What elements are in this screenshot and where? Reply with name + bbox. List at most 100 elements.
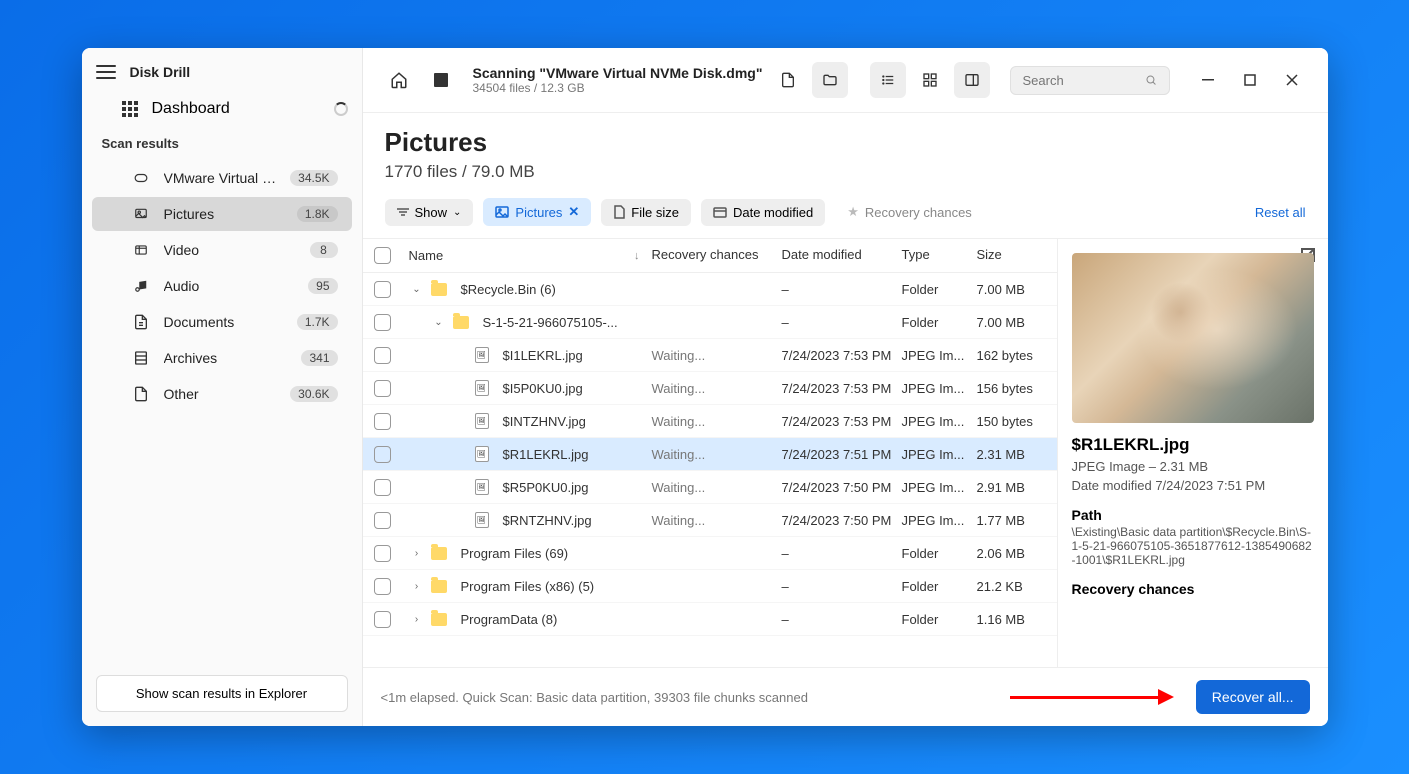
row-checkbox[interactable]: [374, 281, 391, 298]
image-file-icon: 🖼: [475, 380, 489, 396]
file-size: 1.77 MB: [977, 513, 1057, 528]
table-row[interactable]: 🖼$RNTZHNV.jpgWaiting...7/24/2023 7:50 PM…: [363, 504, 1057, 537]
table-row[interactable]: ›Program Files (x86) (5)–Folder21.2 KB: [363, 570, 1057, 603]
page-title: Pictures: [385, 127, 1306, 158]
sidebar-item-video[interactable]: Video8: [92, 233, 352, 267]
preview-pane-icon[interactable]: [954, 62, 990, 98]
sidebar-item-pictures[interactable]: Pictures1.8K: [92, 197, 352, 231]
file-icon[interactable]: [770, 62, 806, 98]
row-checkbox[interactable]: [374, 545, 391, 562]
table-row[interactable]: ›ProgramData (8)–Folder1.16 MB: [363, 603, 1057, 636]
table-row[interactable]: ⌄S-1-5-21-966075105-...–Folder7.00 MB: [363, 306, 1057, 339]
main-panel: Scanning "VMware Virtual NVMe Disk.dmg" …: [363, 48, 1328, 726]
col-type[interactable]: Type: [902, 247, 977, 264]
preview-filename: $R1LEKRL.jpg: [1072, 435, 1314, 455]
path-value: \Existing\Basic data partition\$Recycle.…: [1072, 525, 1314, 567]
close-icon[interactable]: ✕: [568, 204, 579, 220]
home-icon[interactable]: [381, 62, 417, 98]
search-box[interactable]: [1010, 66, 1170, 95]
sidebar-item-badge: 1.8K: [297, 206, 338, 222]
image-file-icon: 🖼: [475, 446, 489, 462]
pictures-filter[interactable]: Pictures✕: [483, 198, 591, 226]
file-type: Folder: [902, 546, 977, 561]
sidebar-item-label: Documents: [164, 314, 283, 330]
recovery-status: Waiting...: [652, 348, 782, 363]
reset-all-link[interactable]: Reset all: [1255, 205, 1306, 220]
menu-icon[interactable]: [96, 65, 116, 79]
col-date[interactable]: Date modified: [782, 247, 902, 264]
dashboard-label: Dashboard: [152, 100, 230, 118]
show-in-explorer-button[interactable]: Show scan results in Explorer: [96, 675, 348, 712]
col-size[interactable]: Size: [977, 247, 1057, 264]
chevron-right-icon[interactable]: ›: [409, 548, 425, 559]
file-type: JPEG Im...: [902, 414, 977, 429]
category-icon: [132, 205, 150, 223]
row-checkbox[interactable]: [374, 413, 391, 430]
table-row[interactable]: 🖼$R1LEKRL.jpgWaiting...7/24/2023 7:51 PM…: [363, 438, 1057, 471]
recovery-status: Waiting...: [652, 414, 782, 429]
file-size: 2.91 MB: [977, 480, 1057, 495]
category-icon: [132, 169, 150, 187]
file-size: 21.2 KB: [977, 579, 1057, 594]
row-checkbox[interactable]: [374, 446, 391, 463]
row-checkbox[interactable]: [374, 512, 391, 529]
table-row[interactable]: 🖼$INTZHNV.jpgWaiting...7/24/2023 7:53 PM…: [363, 405, 1057, 438]
filesize-filter[interactable]: File size: [601, 199, 691, 226]
file-type: Folder: [902, 282, 977, 297]
chevron-down-icon[interactable]: ⌄: [431, 317, 447, 328]
sidebar: Disk Drill Dashboard Scan results VMware…: [82, 48, 363, 726]
sidebar-item-other[interactable]: Other30.6K: [92, 377, 352, 411]
image-file-icon: 🖼: [475, 413, 489, 429]
sidebar-item-vmware-virtual-nvme-[interactable]: VMware Virtual NVMe...34.5K: [92, 161, 352, 195]
maximize-button[interactable]: [1232, 64, 1268, 96]
grid-view-icon[interactable]: [912, 62, 948, 98]
select-all-checkbox[interactable]: [374, 247, 391, 264]
chevron-down-icon[interactable]: ⌄: [409, 284, 425, 295]
dashboard-item[interactable]: Dashboard: [82, 92, 362, 126]
table-row[interactable]: 🖼$I1LEKRL.jpgWaiting...7/24/2023 7:53 PM…: [363, 339, 1057, 372]
page-subtitle: 1770 files / 79.0 MB: [385, 162, 1306, 182]
sidebar-item-badge: 95: [308, 278, 337, 294]
row-checkbox[interactable]: [374, 347, 391, 364]
sidebar-item-archives[interactable]: Archives341: [92, 341, 352, 375]
folder-icon: [431, 283, 447, 296]
row-checkbox[interactable]: [374, 380, 391, 397]
file-type: JPEG Im...: [902, 348, 977, 363]
table-row[interactable]: 🖼$R5P0KU0.jpgWaiting...7/24/2023 7:50 PM…: [363, 471, 1057, 504]
spinner-icon: [334, 102, 348, 116]
sidebar-item-audio[interactable]: Audio 95: [92, 269, 352, 303]
preview-meta2: Date modified 7/24/2023 7:51 PM: [1072, 478, 1314, 493]
stop-icon[interactable]: [423, 62, 459, 98]
row-checkbox[interactable]: [374, 479, 391, 496]
minimize-button[interactable]: [1190, 64, 1226, 96]
list-view-icon[interactable]: [870, 62, 906, 98]
row-checkbox[interactable]: [374, 314, 391, 331]
file-name: $Recycle.Bin (6): [461, 282, 556, 297]
file-name: Program Files (x86) (5): [461, 579, 595, 594]
chevron-right-icon[interactable]: ›: [409, 581, 425, 592]
table-row[interactable]: 🖼$I5P0KU0.jpgWaiting...7/24/2023 7:53 PM…: [363, 372, 1057, 405]
col-recovery[interactable]: Recovery chances: [652, 247, 782, 264]
footer: <1m elapsed. Quick Scan: Basic data part…: [363, 667, 1328, 726]
status-text: <1m elapsed. Quick Scan: Basic data part…: [381, 690, 808, 705]
sort-icon[interactable]: ↓: [634, 250, 640, 262]
search-input[interactable]: [1023, 73, 1137, 88]
chevron-right-icon[interactable]: ›: [409, 614, 425, 625]
sidebar-item-documents[interactable]: Documents1.7K: [92, 305, 352, 339]
folder-icon: [431, 613, 447, 626]
recover-all-button[interactable]: Recover all...: [1196, 680, 1310, 714]
row-checkbox[interactable]: [374, 611, 391, 628]
col-name[interactable]: Name: [409, 248, 444, 263]
sidebar-item-label: Audio: [164, 278, 295, 294]
file-type: JPEG Im...: [902, 513, 977, 528]
datemod-filter[interactable]: Date modified: [701, 199, 825, 226]
recchance-filter[interactable]: ★Recovery chances: [835, 198, 984, 226]
table-row[interactable]: ›Program Files (69)–Folder2.06 MB: [363, 537, 1057, 570]
row-checkbox[interactable]: [374, 578, 391, 595]
close-button[interactable]: [1274, 64, 1310, 96]
category-icon: [132, 349, 150, 367]
sidebar-item-label: Other: [164, 386, 277, 402]
folder-view-icon[interactable]: [812, 62, 848, 98]
show-filter[interactable]: Show⌄: [385, 199, 474, 226]
table-row[interactable]: ⌄$Recycle.Bin (6)–Folder7.00 MB: [363, 273, 1057, 306]
